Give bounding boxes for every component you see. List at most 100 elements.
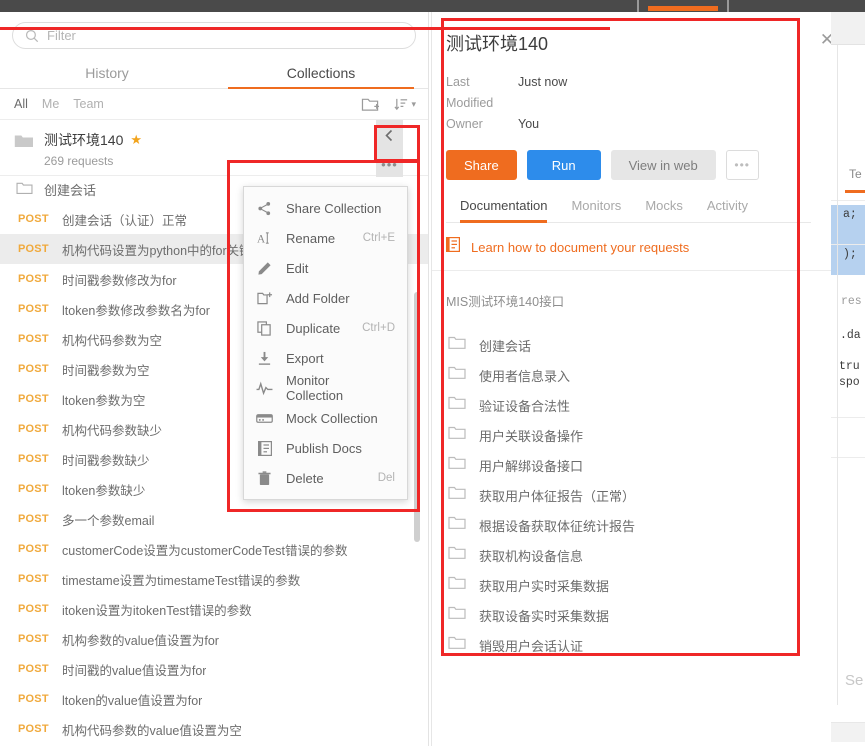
postman-window: Te a; ); res .da tru spo Se Filter Histo… (0, 0, 865, 746)
search-box[interactable] (12, 22, 416, 49)
scope-team[interactable]: Team (73, 97, 104, 111)
active-tab-indicator[interactable] (648, 6, 718, 11)
request-row[interactable]: POST ltoken的value值设置为for (0, 684, 428, 714)
tab-monitors[interactable]: Monitors (571, 198, 621, 222)
close-icon[interactable]: ✕ (815, 28, 831, 52)
collapse-sidebar-button[interactable] (376, 120, 403, 151)
documentation-folder-item[interactable]: 用户关联设备操作 (432, 420, 831, 450)
star-icon[interactable]: ★ (130, 132, 142, 148)
request-method: POST (18, 333, 49, 345)
sidebar-tabs: History Collections (0, 57, 428, 89)
folder-icon (448, 485, 466, 505)
view-in-web-button[interactable]: View in web (610, 150, 716, 180)
documentation-folder-label: 创建会话 (479, 338, 532, 354)
context-menu-item-rename[interactable]: A Rename Ctrl+E (244, 223, 407, 253)
request-row[interactable]: POST timestame设置为timestameTest错误的参数 (0, 564, 428, 594)
request-row[interactable]: POST itoken设置为itokenTest错误的参数 (0, 594, 428, 624)
request-method: POST (18, 213, 49, 225)
run-button[interactable]: Run (526, 150, 601, 180)
collection-request-count: 269 requests (44, 154, 114, 168)
learn-documentation-link[interactable]: Learn how to document your requests (471, 240, 689, 255)
pencil-icon (256, 261, 273, 276)
background-request-editor: Te a; ); res .da tru spo Se (831, 12, 865, 746)
context-menu-item-label: Duplicate (286, 320, 341, 336)
request-row[interactable]: POST 多一个参数email (0, 504, 428, 534)
context-menu-item-share-collection[interactable]: Share Collection (244, 193, 407, 223)
documentation-folder-label: 获取用户实时采集数据 (479, 578, 610, 594)
collection-header-row[interactable]: 测试环境140 ★ 269 requests ••• (0, 120, 428, 177)
context-menu-item-label: Rename (286, 230, 336, 246)
tab-edge-right (727, 0, 729, 12)
request-row[interactable]: POST customerCode设置为customerCodeTest错误的参数 (0, 534, 428, 564)
request-row[interactable]: POST 时间戳的value值设置为for (0, 654, 428, 684)
tab-collections[interactable]: Collections (214, 57, 428, 89)
context-menu-item-publish-docs[interactable]: Publish Docs (244, 433, 407, 463)
sidebar-scrollbar-thumb[interactable] (414, 292, 420, 542)
learn-documentation-row[interactable]: Learn how to document your requests (432, 223, 831, 271)
tab-documentation[interactable]: Documentation (460, 198, 548, 223)
documentation-folder-label: 验证设备合法性 (479, 398, 571, 414)
meta-value: Just now (518, 75, 568, 89)
context-menu-item-add-folder[interactable]: Add Folder (244, 283, 407, 313)
trash-icon (256, 470, 273, 486)
documentation-folder-item[interactable]: 销毁用户会话认证 (432, 630, 831, 660)
documentation-folder-item[interactable]: 使用者信息录入 (432, 360, 831, 390)
background-status-bar (831, 722, 865, 742)
documentation-folder-item[interactable]: 用户解绑设备接口 (432, 450, 831, 480)
folder-icon (16, 181, 33, 198)
request-name: 多一个参数email (62, 513, 155, 528)
background-tab-tests[interactable]: Te (849, 167, 862, 181)
context-menu-item-edit[interactable]: Edit (244, 253, 407, 283)
request-method: POST (18, 543, 49, 555)
background-code-line-2: res (841, 295, 862, 308)
folder-icon (448, 515, 466, 535)
scope-me[interactable]: Me (42, 97, 59, 111)
folder-plus-icon (256, 291, 273, 306)
background-editor-tabs (831, 12, 865, 45)
documentation-folder-item[interactable]: 获取用户体征报告（正常） (432, 480, 831, 510)
context-menu-item-duplicate[interactable]: Duplicate Ctrl+D (244, 313, 407, 343)
context-menu-item-label: Mock Collection (286, 410, 378, 426)
tab-activity[interactable]: Activity (707, 198, 748, 222)
context-menu-item-delete[interactable]: Delete Del (244, 463, 407, 493)
chevron-down-icon: ▾ (411, 98, 416, 109)
background-code-line-1: ); (843, 248, 857, 261)
folder-icon (448, 545, 466, 565)
documentation-folder-item[interactable]: 验证设备合法性 (432, 390, 831, 420)
search-input[interactable] (47, 28, 403, 43)
detail-meta: Last Modified Just now Owner You (446, 72, 811, 135)
collection-title-line: 测试环境140 ★ (44, 130, 142, 150)
background-code-line-5: spo (839, 376, 860, 389)
more-options-button[interactable]: ••• (725, 150, 759, 180)
request-name: itoken设置为itokenTest错误的参数 (62, 603, 252, 618)
request-method: POST (18, 393, 49, 405)
document-icon (256, 440, 273, 456)
request-name: 机构代码参数为空 (62, 333, 163, 348)
request-method: POST (18, 603, 49, 615)
documentation-folder-item[interactable]: 根据设备获取体征统计报告 (432, 510, 831, 540)
documentation-folder-item[interactable]: 获取设备实时采集数据 (432, 600, 831, 630)
request-name: customerCode设置为customerCodeTest错误的参数 (62, 543, 348, 558)
documentation-folder-item[interactable]: 创建会话 (432, 330, 831, 360)
folder-icon (448, 335, 466, 355)
context-menu-item-label: Export (286, 350, 324, 366)
context-menu-item-mock-collection[interactable]: Mock Collection (244, 403, 407, 433)
new-folder-icon[interactable] (361, 96, 380, 113)
context-menu-item-export[interactable]: Export (244, 343, 407, 373)
scope-all[interactable]: All (14, 97, 28, 111)
documentation-folder-item[interactable]: 获取机构设备信息 (432, 540, 831, 570)
collection-description: MIS测试环境140接口 (446, 295, 565, 309)
sort-icon[interactable]: ▾ (394, 97, 416, 112)
request-row[interactable]: POST 机构代码参数的value值设置为空 (0, 714, 428, 744)
tab-history[interactable]: History (0, 57, 214, 88)
share-button[interactable]: Share (446, 150, 517, 180)
request-method: POST (18, 663, 49, 675)
request-row[interactable]: POST 机构参数的value值设置为for (0, 624, 428, 654)
documentation-folder-list: 创建会话使用者信息录入验证设备合法性用户关联设备操作 用户解绑设备接口 获取用户体征… (432, 316, 831, 660)
background-code-line-4: tru (839, 360, 860, 373)
context-menu-item-label: Monitor Collection (286, 373, 344, 403)
tab-mocks[interactable]: Mocks (645, 198, 683, 222)
documentation-folder-item[interactable]: 获取用户实时采集数据 (432, 570, 831, 600)
context-menu-item-monitor-collection[interactable]: Monitor Collection (244, 373, 407, 403)
context-menu-item-label: Add Folder (286, 290, 350, 306)
